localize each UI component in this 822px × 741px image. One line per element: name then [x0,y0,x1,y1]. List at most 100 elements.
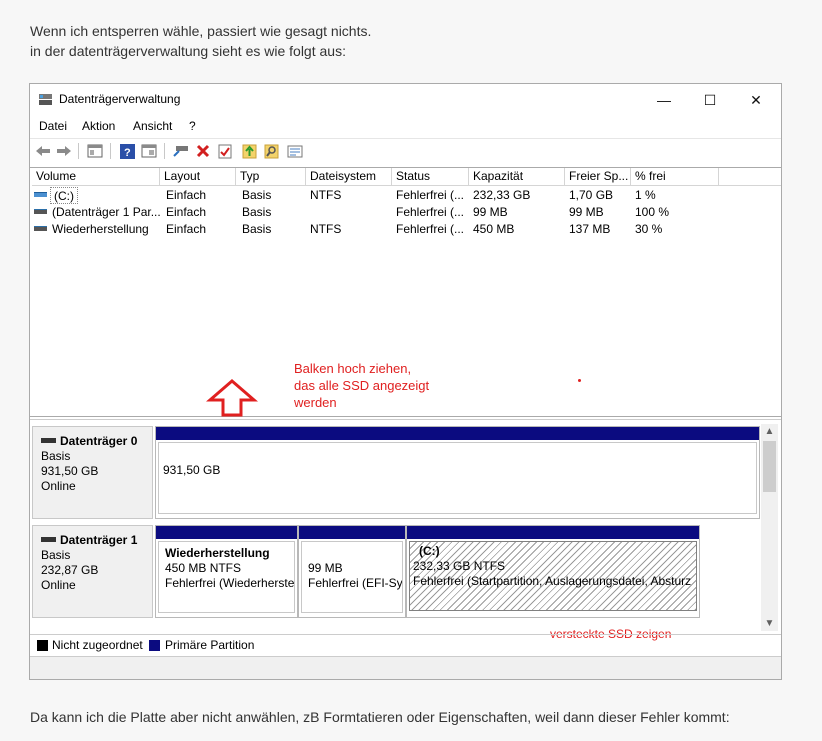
disk-management-icon [39,94,52,105]
partition-line3: Fehlerfrei (Startpartition, Auslagerungs… [413,574,692,588]
partition-line1: Wiederherstellung [165,546,270,560]
volume-status: Fehlerfrei (... [396,188,465,202]
partition-c[interactable]: (C:) 232,33 GB NTFS Fehlerfrei (Startpar… [406,525,700,618]
partition-line1 [308,546,402,561]
post-outro: Da kann ich die Platte aber nicht anwähl… [30,709,730,725]
properties-pane-icon[interactable] [86,142,104,160]
partition-line2: 450 MB NTFS [165,561,242,575]
col-typ[interactable]: Typ [236,168,306,186]
volume-name: (C:) [50,187,78,204]
volume-dateisystem: NTFS [310,188,342,202]
col-status[interactable]: Status [392,168,469,186]
primary-partition-bar [299,526,405,539]
settings-pane-icon[interactable] [286,142,304,160]
col-volume[interactable]: Volume [32,168,160,186]
volume-layout: Einfach [166,205,207,219]
legend-primary: Primäre Partition [165,638,255,652]
disk-1-type: Basis [41,548,71,562]
disk-0-label[interactable]: Datenträger 0 Basis 931,50 GB Online [32,426,153,519]
col-freier-speicher[interactable]: Freier Sp... [565,168,631,186]
volume-icon [34,226,47,231]
maximize-button[interactable]: ☐ [687,88,733,112]
menu-datei[interactable]: Datei [39,119,67,133]
volume-prozent: 30 % [635,222,663,236]
unallocated-swatch [37,640,48,651]
volume-typ: Basis [242,205,272,219]
volume-typ: Basis [242,188,272,202]
partition-wiederherstellung[interactable]: Wiederherstellung 450 MB NTFS Fehlerfrei… [155,525,298,618]
col-layout[interactable]: Layout [160,168,236,186]
disk-1-name: Datenträger 1 [41,533,152,548]
disk-management-window: Datenträgerverwaltung — ☐ ✕ Datei Aktion… [29,83,782,680]
disk-0-partition[interactable]: 931,50 GB [155,426,760,519]
drag-hint-annotation: Balken hoch ziehen, das alle SSD angezei… [294,360,429,411]
partition-line1: (C:) [419,544,440,558]
partition-line2: 99 MB [308,561,343,575]
disk-1-size: 232,87 GB [41,563,99,577]
disk-1-label[interactable]: Datenträger 1 Basis 232,87 GB Online [32,525,153,618]
help-icon[interactable]: ? [118,142,136,160]
volume-status: Fehlerfrei (... [396,205,465,219]
partition-efi[interactable]: 99 MB Fehlerfrei (EFI-Sys [298,525,406,618]
volume-prozent: 100 % [635,205,670,219]
col-prozent-frei[interactable]: % frei [631,168,719,186]
primary-swatch [149,640,160,651]
post-intro-line2: in der datenträgerverwaltung sieht es wi… [30,43,346,59]
volume-prozent: 1 % [635,188,656,202]
disk-icon [41,537,56,542]
title-bar[interactable]: Datenträgerverwaltung — ☐ ✕ [30,84,781,115]
forward-arrow-icon[interactable] [55,142,73,160]
view-icon[interactable] [140,142,158,160]
disk-icon [41,438,56,443]
scrollbar-thumb[interactable] [763,441,776,492]
volume-icon [34,192,47,197]
disk-0-state: Online [41,479,76,493]
scroll-up-icon[interactable]: ▲ [761,424,778,439]
primary-partition-bar [156,526,297,539]
checklist-icon[interactable] [216,142,234,160]
disk-0-size: 931,50 GB [41,464,99,478]
volume-layout: Einfach [166,222,207,236]
menu-bar: Datei Aktion Ansicht ? [30,116,781,136]
col-empty [719,168,781,186]
export-icon[interactable] [240,142,258,160]
col-dateisystem[interactable]: Dateisystem [306,168,392,186]
disk-pane-scrollbar[interactable]: ▲ ▼ [761,424,778,631]
drag-hint-line2: das alle SSD angezeigt [294,378,430,393]
disk-pane: Datenträger 0 Basis 931,50 GB Online 931… [30,419,781,641]
volume-layout: Einfach [166,188,207,202]
window-title: Datenträgerverwaltung [59,92,181,106]
volume-name: (Datenträger 1 Par... [52,205,160,219]
delete-icon[interactable] [194,142,212,160]
connect-drive-icon[interactable] [172,142,190,160]
partition-line2: 931,50 GB [163,463,221,477]
scroll-down-icon[interactable]: ▼ [761,616,778,631]
volume-typ: Basis [242,222,272,236]
volume-dateisystem: NTFS [310,222,342,236]
volume-frei: 137 MB [569,222,611,236]
partition-line2: 232,33 GB NTFS [413,559,506,573]
disk-1-state: Online [41,578,76,592]
volume-icon [34,209,47,214]
status-bar [30,656,781,679]
disk-0-name: Datenträger 0 [41,434,152,449]
col-kapazitaet[interactable]: Kapazität [469,168,565,186]
volume-frei: 1,70 GB [569,188,614,202]
menu-aktion[interactable]: Aktion [82,119,115,133]
volume-kapazitaet: 232,33 GB [473,188,531,202]
toolbar: ? [30,138,781,162]
volume-list: Volume Layout Typ Dateisystem Status Kap… [30,167,781,417]
volume-status: Fehlerfrei (... [396,222,465,236]
search-disk-icon[interactable] [262,142,280,160]
minimize-button[interactable]: — [641,88,687,112]
back-arrow-icon[interactable] [34,142,52,160]
post-intro: Wenn ich entsperren wähle, passiert wie … [30,21,371,61]
menu-help[interactable]: ? [189,119,196,133]
close-button[interactable]: ✕ [733,88,779,112]
up-arrow-icon [206,379,258,417]
menu-ansicht[interactable]: Ansicht [133,119,172,133]
volume-frei: 99 MB [569,205,604,219]
legend-unallocated: Nicht zugeordnet [52,638,143,652]
partition-line3: Fehlerfrei (Wiederherstel [165,576,295,590]
annotation-dot [578,379,581,382]
